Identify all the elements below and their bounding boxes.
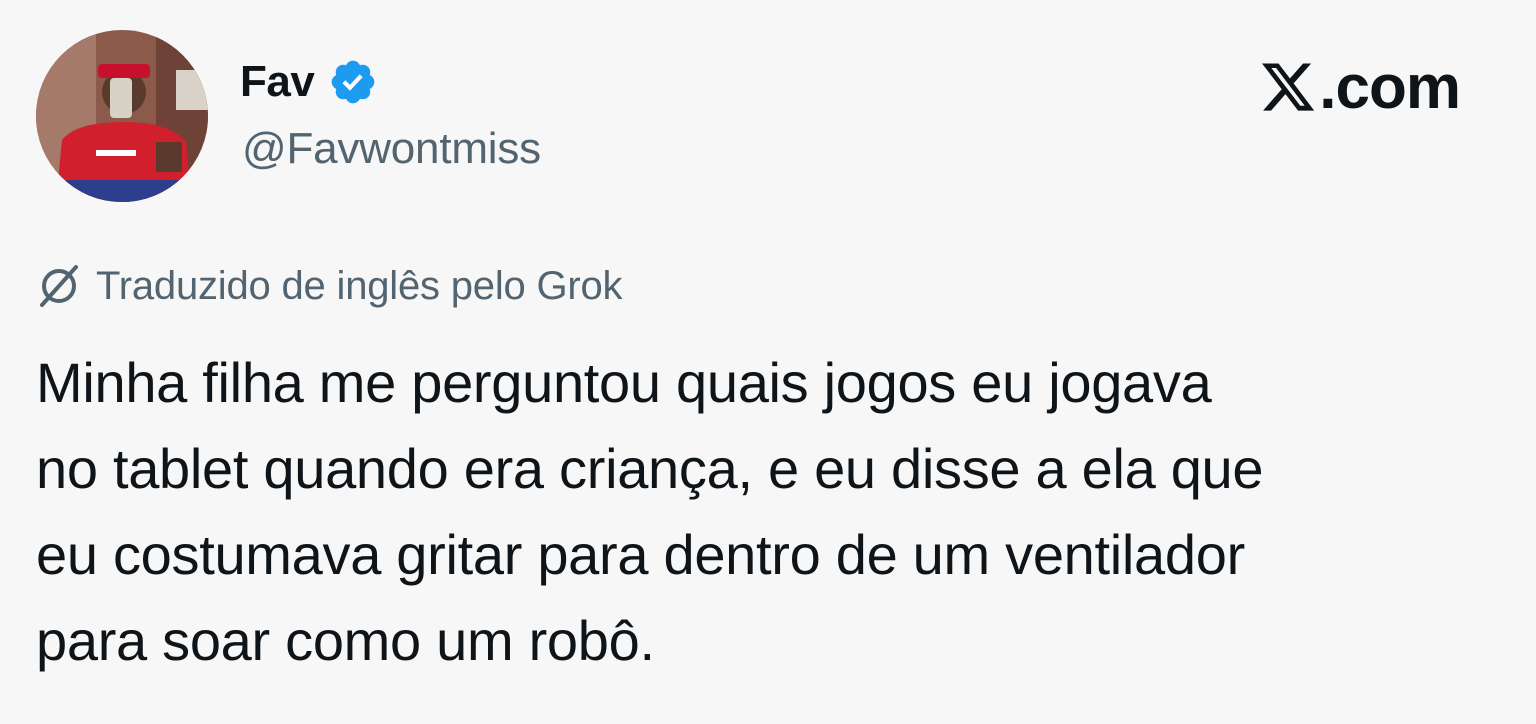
brand-watermark: .com: [1259, 52, 1461, 122]
author-name[interactable]: Fav: [240, 57, 315, 107]
avatar[interactable]: [36, 30, 208, 202]
translation-label: Traduzido de inglês pelo Grok: [96, 263, 623, 308]
author-handle[interactable]: @Favwontmiss: [242, 124, 541, 174]
grok-icon: [36, 263, 82, 309]
tweet-text-line: no tablet quando era criança, e eu disse…: [36, 437, 1264, 500]
verified-badge-icon: [328, 57, 378, 107]
author-name-row: Fav: [240, 52, 378, 112]
tweet-text-line: Minha filha me perguntou quais jogos eu …: [36, 351, 1212, 414]
x-logo-icon: [1259, 58, 1317, 116]
tweet-text-line: para soar como um robô.: [36, 609, 655, 672]
avatar-image: [36, 30, 208, 202]
tweet-card: Fav @Favwontmiss .com Traduzido de inglê…: [0, 0, 1536, 724]
tweet-text-line: eu costumava gritar para dentro de um ve…: [36, 523, 1245, 586]
translation-notice: Traduzido de inglês pelo Grok: [36, 258, 623, 314]
tweet-text: Minha filha me perguntou quais jogos eu …: [36, 340, 1506, 684]
brand-domain: .com: [1319, 52, 1461, 122]
